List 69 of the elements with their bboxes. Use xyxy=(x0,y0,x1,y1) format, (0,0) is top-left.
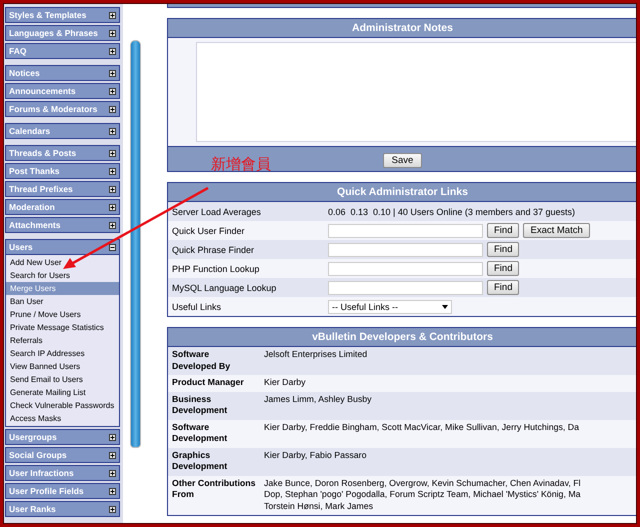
scrollbar[interactable] xyxy=(130,40,141,448)
search-field[interactable] xyxy=(328,280,483,294)
dropdown-arrow-icon[interactable] xyxy=(442,304,448,308)
row-value: Jake Bunce, Doron Rosenberg, Overgrow, Kevin Schumacher, Chen Avinadav, Fl xyxy=(264,478,581,489)
find-button[interactable]: Find xyxy=(487,242,520,257)
save-button[interactable]: Save xyxy=(382,153,422,168)
panel-title: Administrator Notes xyxy=(168,19,637,38)
find-button[interactable]: Find xyxy=(487,223,520,238)
row-value: Kier Darby, Freddie Bingham, Scott MacVicar, Mike Sullivan, Jerry Hutchings, Da xyxy=(264,422,580,433)
row-value: Kier Darby, Fabio Passaro xyxy=(264,450,367,461)
plus-icon[interactable] xyxy=(109,150,116,156)
plus-icon[interactable] xyxy=(109,470,116,476)
sidebar-link[interactable]: Send Email to Users xyxy=(6,373,119,386)
plus-icon[interactable] xyxy=(109,186,116,192)
plus-icon[interactable] xyxy=(109,128,116,134)
row-value: Dop, Stephan 'pogo' Pogodalla, Forum Scriptz Team, Michael 'Mystics' König, Ma xyxy=(264,489,581,500)
plus-icon[interactable] xyxy=(109,488,116,494)
row-label: Server Load Averages xyxy=(172,206,262,216)
row-label: Quick User Finder xyxy=(172,226,246,236)
sidebar-link[interactable]: Referrals xyxy=(6,334,119,347)
plus-icon[interactable] xyxy=(109,434,116,440)
sidebar-link[interactable]: Search for Users xyxy=(6,269,119,282)
sidebar-link[interactable]: Ban User xyxy=(6,295,119,308)
plus-icon[interactable] xyxy=(109,70,116,76)
row-label: Other Contributions From xyxy=(172,478,256,501)
plus-icon[interactable] xyxy=(109,452,116,458)
row-label: Software Development xyxy=(172,422,228,444)
sidebar-link[interactable]: View Banned Users xyxy=(6,360,119,373)
row-value: Torstein Hønsi, Mark James xyxy=(264,500,374,512)
row-label: Useful Links xyxy=(172,302,222,312)
row-label: Product Manager xyxy=(172,377,245,388)
row-label: Graphics Development xyxy=(172,450,228,472)
row-label: MySQL Language Lookup xyxy=(172,282,278,292)
links-dropdown[interactable]: -- Useful Links -- xyxy=(328,300,452,314)
sidebar-link[interactable]: Add New User xyxy=(6,256,119,269)
row-label: Quick Phrase Finder xyxy=(172,244,256,254)
annotation-label: 新增會員 xyxy=(211,155,271,174)
search-field[interactable] xyxy=(328,242,483,256)
sidebar-link[interactable]: Search IP Addresses xyxy=(6,347,119,360)
sidebar-link[interactable]: Generate Mailing List xyxy=(6,386,119,399)
row-label: PHP Function Lookup xyxy=(172,264,260,274)
plus-icon[interactable] xyxy=(109,168,116,174)
panel-title: Quick Administrator Links xyxy=(168,183,637,202)
find-button[interactable]: Find xyxy=(487,261,520,276)
sidebar-link[interactable]: Check Vulnerable Passwords xyxy=(6,399,119,412)
row-value: Jelsoft Enterprises Limited xyxy=(264,349,368,360)
find-button[interactable]: Exact Match xyxy=(523,223,590,238)
search-field[interactable] xyxy=(328,224,483,238)
sidebar-link[interactable]: Prune / Move Users xyxy=(6,308,119,321)
row-value: James Limm, Ashley Busby xyxy=(264,394,372,405)
plus-icon[interactable] xyxy=(109,48,116,54)
search-field[interactable] xyxy=(328,262,483,276)
find-button[interactable]: Find xyxy=(487,280,520,295)
plus-icon[interactable] xyxy=(109,12,116,18)
sidebar-link[interactable]: Private Message Statistics xyxy=(6,321,119,334)
plus-icon[interactable] xyxy=(109,30,116,36)
plus-icon[interactable] xyxy=(109,204,116,210)
plus-icon[interactable] xyxy=(109,222,116,228)
plus-icon[interactable] xyxy=(109,88,116,94)
panel-title: vBulletin Developers & Contributors xyxy=(168,328,637,347)
row-label: Software Developed By xyxy=(172,349,232,372)
plus-icon[interactable] xyxy=(109,106,116,112)
minus-icon[interactable] xyxy=(109,244,116,250)
row-value: Kier Darby xyxy=(264,377,306,388)
sidebar-link[interactable]: Access Masks xyxy=(6,412,119,425)
row-label: Business Development xyxy=(172,394,228,416)
notes-field[interactable] xyxy=(196,42,637,142)
plus-icon[interactable] xyxy=(109,506,116,512)
row-value: 0.06 0.13 0.10 | 40 Users Online (3 members and 37 guests) xyxy=(328,206,575,216)
